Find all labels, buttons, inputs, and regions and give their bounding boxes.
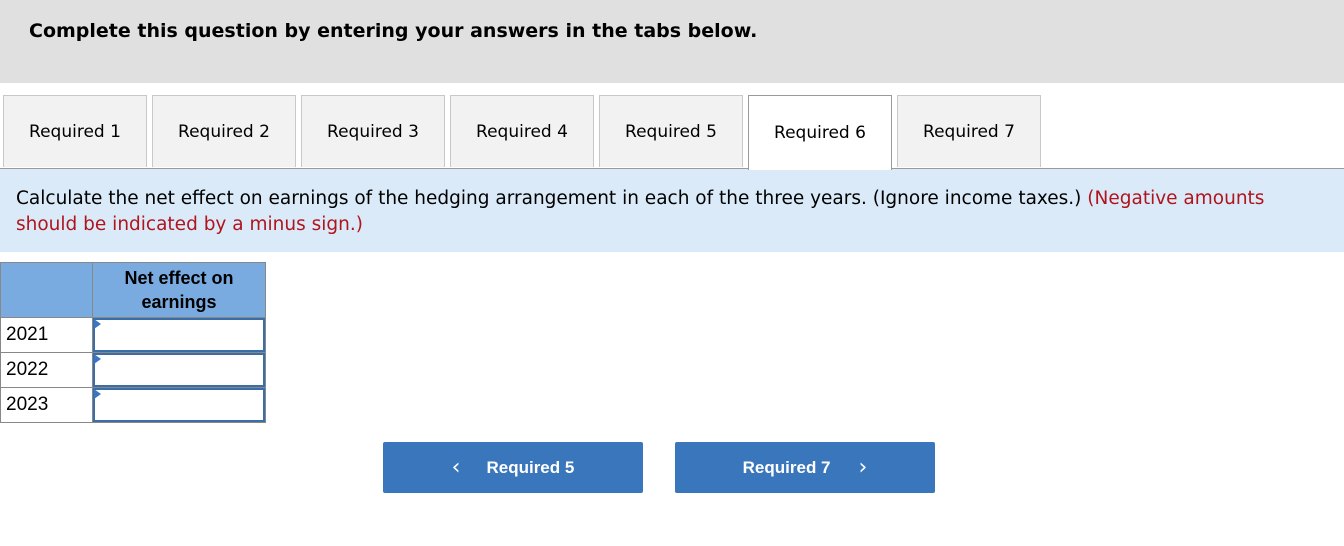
tab-required-3[interactable]: Required 3 (301, 95, 445, 167)
header-instruction: Complete this question by entering your … (29, 20, 758, 42)
tab-required-7[interactable]: Required 7 (897, 95, 1041, 167)
tab-required-5[interactable]: Required 5 (599, 95, 743, 167)
question-instructions: Calculate the net effect on earnings of … (0, 169, 1344, 252)
tab-required-4[interactable]: Required 4 (450, 95, 594, 167)
net-effect-2023-input[interactable] (93, 388, 265, 422)
input-marker-icon (94, 319, 101, 329)
tab-required-2[interactable]: Required 2 (152, 95, 296, 167)
answer-table: Net effect on earnings 2021 2022 2023 (0, 262, 266, 423)
chevron-right-icon: › (858, 455, 868, 480)
net-effect-2021-input[interactable] (93, 318, 265, 352)
corner-header-cell (0, 262, 93, 318)
prev-required-5-button[interactable]: ‹ Required 5 (383, 442, 643, 493)
prev-button-label: Required 5 (486, 457, 575, 477)
year-label: 2022 (0, 352, 93, 388)
tab-divider (0, 168, 1344, 169)
chevron-left-icon: ‹ (451, 455, 461, 480)
tab-required-1[interactable]: Required 1 (3, 95, 147, 167)
net-effect-cell (92, 317, 266, 353)
next-required-7-button[interactable]: Required 7 › (675, 442, 935, 493)
table-row: 2023 (0, 387, 266, 423)
net-effect-cell (92, 387, 266, 423)
year-label: 2023 (0, 387, 93, 423)
input-marker-icon (94, 354, 101, 364)
input-marker-icon (94, 389, 101, 399)
table-row: 2021 (0, 317, 266, 353)
year-label: 2021 (0, 317, 93, 353)
table-row: 2022 (0, 352, 266, 388)
net-effect-cell (92, 352, 266, 388)
question-text: Calculate the net effect on earnings of … (16, 188, 1082, 209)
table-header-row: Net effect on earnings (0, 262, 266, 318)
tab-required-6[interactable]: Required 6 (748, 95, 892, 170)
net-effect-column-header: Net effect on earnings (92, 262, 266, 318)
next-button-label: Required 7 (742, 457, 831, 477)
question-header: Complete this question by entering your … (0, 0, 1344, 83)
net-effect-2022-input[interactable] (93, 353, 265, 387)
